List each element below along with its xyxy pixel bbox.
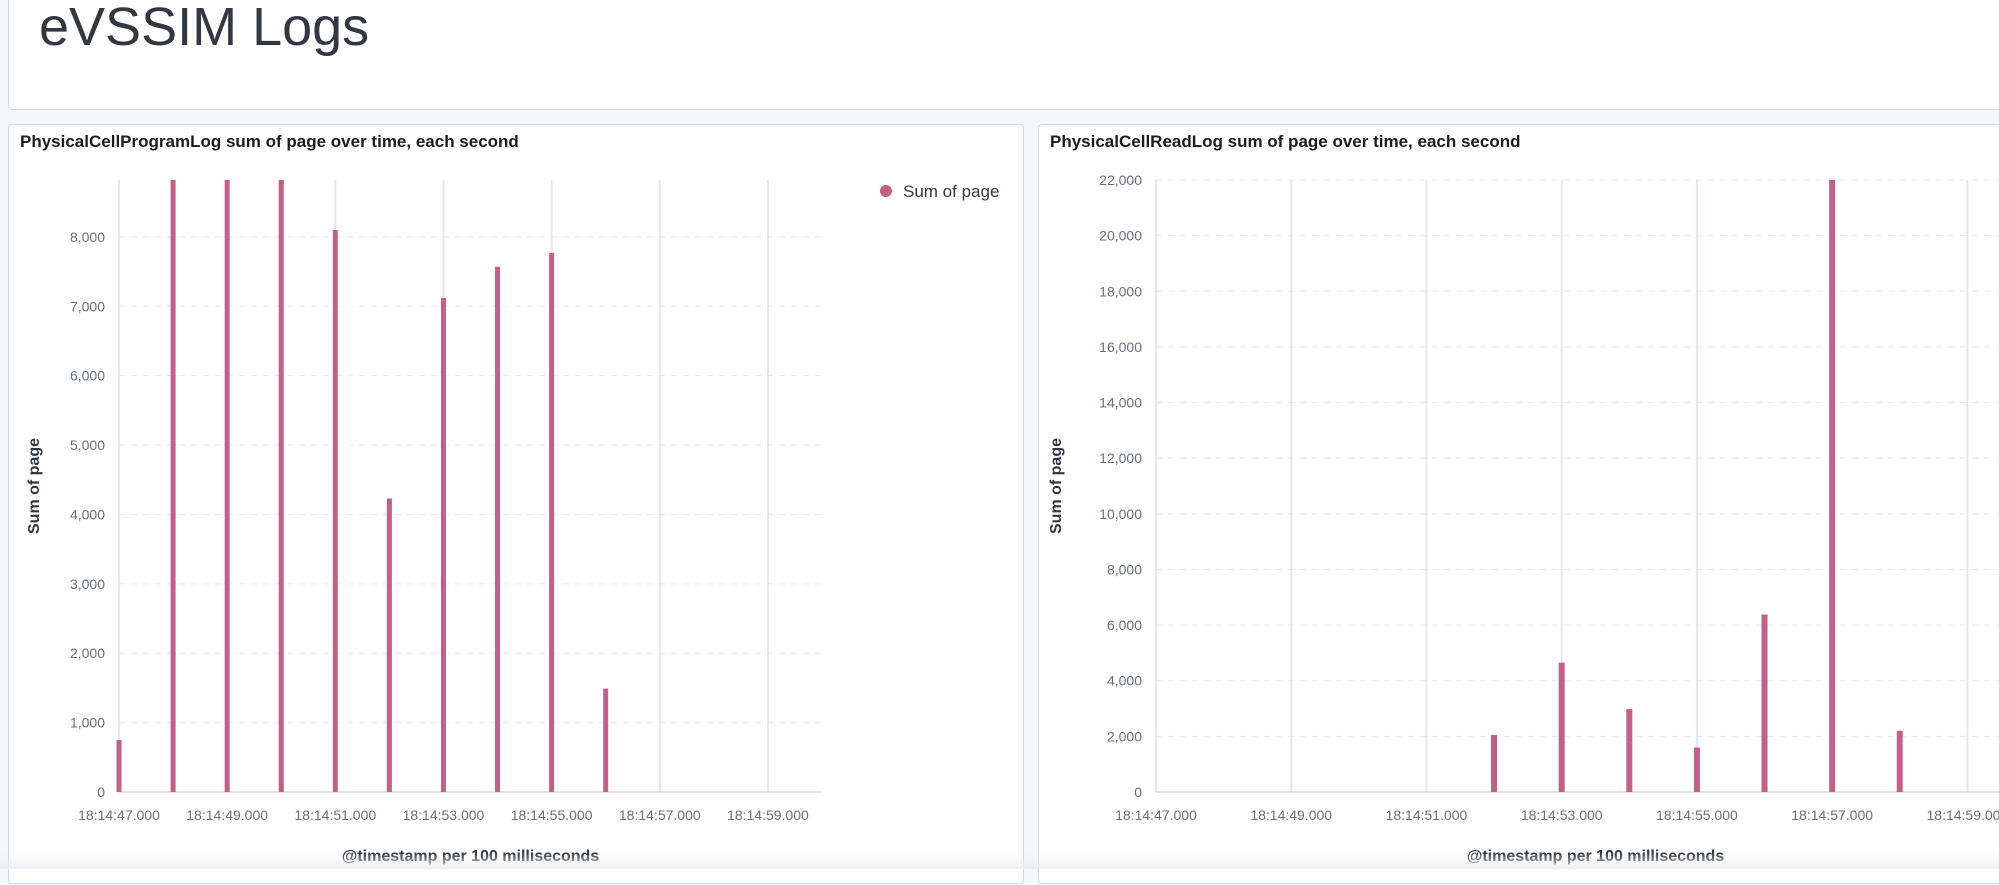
y-axis-title: Sum of page [26,438,43,534]
bar[interactable] [332,229,338,793]
bar[interactable] [549,252,555,792]
bar[interactable] [1558,662,1565,792]
program-log-panel: PhysicalCellProgramLog sum of page over … [8,124,1024,884]
program-log-chart: 0 1,000 2,000 3,000 4,000 5,000 6,000 7,000 8,00… [26,180,999,865]
y-tick-label: 8,000 [70,229,105,245]
x-tick-label: 18:14:57.000 [619,807,701,823]
y-tick-label: 6,000 [70,368,105,384]
x-tick-label: 18:14:59.000 [727,807,809,823]
bar[interactable] [1761,614,1768,792]
read-log-chart: 0 2,000 4,000 6,000 8,000 10,000 12,000 14,000 1… [1048,172,1999,865]
x-tick-label: 18:14:59.000 [1927,807,1999,823]
y-tick-label: 4,000 [70,506,105,522]
bar[interactable] [1626,709,1633,792]
bar[interactable] [1896,730,1903,792]
y-tick-label: 6,000 [1107,617,1142,633]
y-tick-label: 4,000 [1107,673,1142,689]
dot-icon [880,185,892,197]
y-tick-label: 10,000 [1099,506,1142,522]
x-tick-label: 18:14:53.000 [1521,807,1603,823]
bar[interactable] [1693,747,1700,792]
x-tick-label: 18:14:53.000 [403,807,485,823]
x-tick-label: 18:14:47.000 [1115,807,1197,823]
y-axis-title: Sum of page [1048,438,1065,534]
bar[interactable] [386,498,392,792]
read-log-panel: PhysicalCellReadLog sum of page over tim… [1038,124,1999,884]
bar[interactable] [116,739,122,792]
y-tick-label: 2,000 [70,645,105,661]
y-tick-label: 12,000 [1099,450,1142,466]
x-axis-title: @timestamp per 100 milliseconds [342,848,600,865]
bar[interactable] [224,180,230,792]
dashboard-header-panel: eVSSIM Logs [8,0,1999,110]
y-tick-label: 14,000 [1099,395,1142,411]
y-tick-label: 20,000 [1099,228,1142,244]
bar[interactable] [440,297,446,792]
x-tick-label: 18:14:55.000 [1656,807,1738,823]
bar[interactable] [1829,180,1836,792]
y-tick-label: 22,000 [1099,172,1142,188]
bar[interactable] [278,180,284,792]
y-tick-label: 16,000 [1099,339,1142,355]
y-tick-label: 3,000 [70,576,105,592]
bar[interactable] [603,688,609,792]
y-tick-label: 18,000 [1099,283,1142,299]
bar[interactable] [1491,734,1498,792]
x-tick-label: 18:14:49.000 [1250,807,1332,823]
dashboard-title: eVSSIM Logs [39,0,370,57]
legend-item-label[interactable]: Sum of page [903,182,999,201]
y-tick-label: 5,000 [70,437,105,453]
x-tick-label: 18:14:47.000 [78,807,160,823]
y-tick-label: 0 [1134,784,1142,800]
y-tick-label: 7,000 [70,298,105,314]
x-tick-label: 18:14:55.000 [511,807,593,823]
y-tick-label: 2,000 [1107,728,1142,744]
y-tick-label: 0 [97,784,105,800]
x-axis-title: @timestamp per 100 milliseconds [1467,848,1725,865]
x-tick-label: 18:14:51.000 [1386,807,1468,823]
x-tick-label: 18:14:49.000 [186,807,268,823]
y-tick-label: 1,000 [70,715,105,731]
bar[interactable] [170,180,176,792]
y-tick-label: 8,000 [1107,561,1142,577]
x-tick-label: 18:14:57.000 [1791,807,1873,823]
bar[interactable] [495,266,501,792]
x-tick-label: 18:14:51.000 [294,807,376,823]
